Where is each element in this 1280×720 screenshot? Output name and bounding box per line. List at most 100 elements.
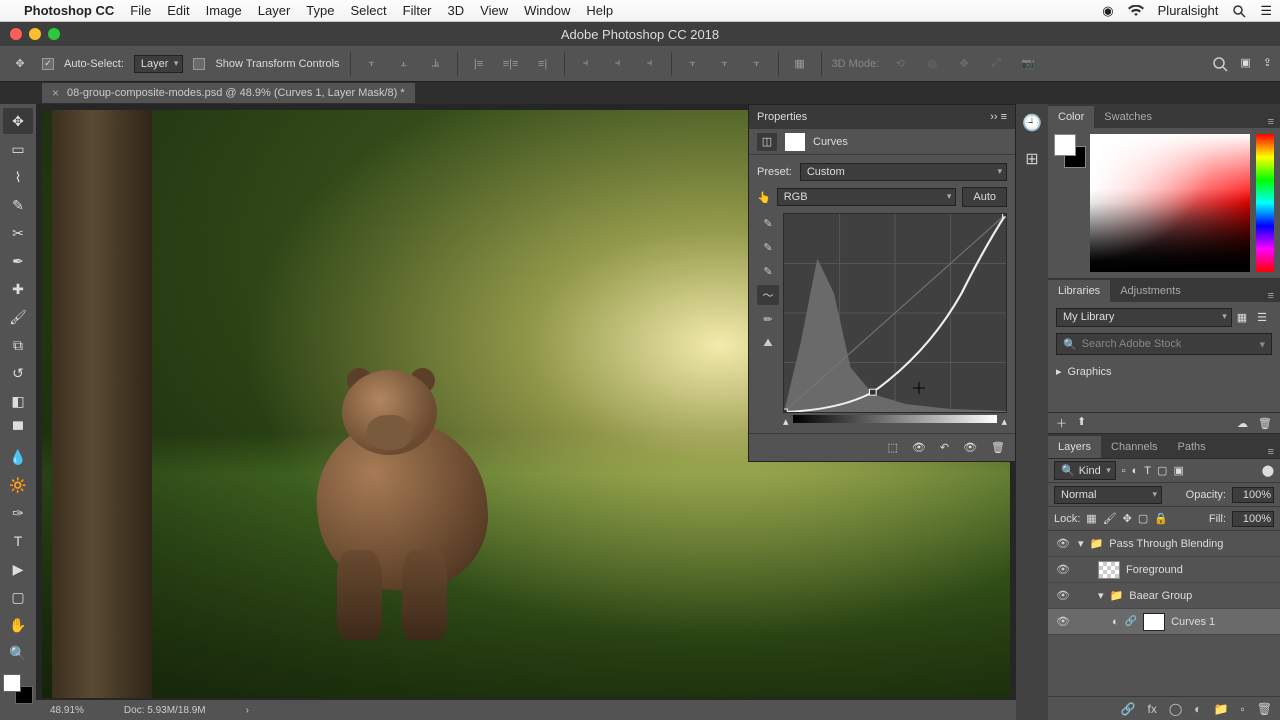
panel-menu-icon[interactable]: ≡ xyxy=(1262,116,1280,128)
paths-tab[interactable]: Paths xyxy=(1168,436,1216,458)
channels-tab[interactable]: Channels xyxy=(1101,436,1167,458)
lock-transparency-icon[interactable]: ▦ xyxy=(1086,512,1096,525)
gray-eyedropper[interactable]: ✎ xyxy=(757,237,779,257)
gradient-tool[interactable]: ▀ xyxy=(3,416,33,442)
blend-mode-dropdown[interactable]: Normal xyxy=(1054,486,1162,504)
layer-row[interactable]: 👁 ◐ 🔗 Curves 1 xyxy=(1048,609,1280,635)
trash-icon[interactable]: 🗑 xyxy=(1258,417,1272,430)
menu-3d[interactable]: 3D xyxy=(448,3,465,18)
black-slider[interactable]: ▴ xyxy=(783,415,789,423)
draw-curve-tool[interactable]: ✏ xyxy=(757,309,779,329)
panel-menu-icon[interactable]: ≡ xyxy=(1262,290,1280,302)
app-name[interactable]: Photoshop CC xyxy=(24,3,114,18)
auto-button[interactable]: Auto xyxy=(962,187,1007,207)
status-chevron-icon[interactable]: › xyxy=(246,705,249,716)
align-bottom[interactable]: ⫡ xyxy=(425,53,447,75)
mask-thumbnail[interactable] xyxy=(785,133,805,151)
artboard-tool-icon[interactable]: ▣ xyxy=(1240,56,1250,72)
color-spectrum[interactable] xyxy=(1090,134,1250,272)
account-name[interactable]: Pluralsight xyxy=(1158,3,1219,18)
quick-select-tool[interactable]: ✎ xyxy=(3,192,33,218)
layer-row[interactable]: 👁 Foreground xyxy=(1048,557,1280,583)
lock-pixels-icon[interactable]: 🖌 xyxy=(1103,512,1117,525)
hue-slider[interactable] xyxy=(1256,134,1274,272)
show-transform-checkbox[interactable] xyxy=(193,58,205,70)
menu-help[interactable]: Help xyxy=(586,3,613,18)
add-content-icon[interactable]: ＋ xyxy=(1056,415,1067,431)
auto-select-dropdown[interactable]: Layer xyxy=(134,55,184,73)
document-tab[interactable]: × 08-group-composite-modes.psd @ 48.9% (… xyxy=(42,83,415,103)
move-tool[interactable]: ✥ xyxy=(3,108,33,134)
menu-filter[interactable]: Filter xyxy=(403,3,432,18)
upload-icon[interactable]: ⬆ xyxy=(1077,415,1086,431)
share-icon[interactable]: ⇪ xyxy=(1263,56,1272,72)
delete-layer-icon[interactable]: 🗑 xyxy=(1257,702,1272,716)
chevron-down-icon[interactable]: ▾ xyxy=(1078,537,1084,550)
wifi-icon[interactable] xyxy=(1128,5,1144,17)
align-vcenter[interactable]: ⫠ xyxy=(393,53,415,75)
distribute-2[interactable]: ⫞ xyxy=(607,53,629,75)
lock-position-icon[interactable]: ✥ xyxy=(1123,512,1132,525)
zoom-tool[interactable]: 🔍 xyxy=(3,640,33,666)
filter-smart-icon[interactable]: ▣ xyxy=(1173,464,1183,477)
eraser-tool[interactable]: ◧ xyxy=(3,388,33,414)
history-panel-icon[interactable]: 🕘 xyxy=(1021,112,1043,134)
layer-style-icon[interactable]: fx xyxy=(1148,702,1157,716)
black-eyedropper[interactable]: ✎ xyxy=(757,213,779,233)
white-eyedropper[interactable]: ✎ xyxy=(757,261,779,281)
chevron-down-icon[interactable]: ▾ xyxy=(1098,589,1104,602)
visibility-toggle[interactable]: 👁 xyxy=(1054,615,1072,628)
menu-edit[interactable]: Edit xyxy=(167,3,189,18)
align-left[interactable]: |≡ xyxy=(468,53,490,75)
auto-select-checkbox[interactable]: ✓ xyxy=(42,58,54,70)
graphics-group[interactable]: ▸Graphics xyxy=(1056,361,1272,382)
menu-image[interactable]: Image xyxy=(206,3,242,18)
link-layers-icon[interactable]: 🔗 xyxy=(1121,702,1136,716)
delete-adjustment-icon[interactable]: 🗑 xyxy=(991,441,1005,454)
menu-select[interactable]: Select xyxy=(350,3,386,18)
panel-menu-icon[interactable]: ≡ xyxy=(1262,446,1280,458)
new-layer-icon[interactable]: ▫ xyxy=(1241,702,1245,716)
distribute-h1[interactable]: ⫟ xyxy=(682,53,704,75)
distribute-h2[interactable]: ⫟ xyxy=(714,53,736,75)
align-right[interactable]: ≡| xyxy=(532,53,554,75)
collapse-icon[interactable]: ›› ≡ xyxy=(990,111,1007,123)
eyedropper-tool[interactable]: ✒ xyxy=(3,248,33,274)
distribute-h3[interactable]: ⫟ xyxy=(746,53,768,75)
visibility-toggle[interactable]: 👁 xyxy=(1054,589,1072,602)
lasso-tool[interactable]: ⌇ xyxy=(3,164,33,190)
menu-view[interactable]: View xyxy=(480,3,508,18)
visibility-toggle[interactable]: 👁 xyxy=(1054,563,1072,576)
menu-icon[interactable]: ☰ xyxy=(1260,3,1272,19)
swatches-tab[interactable]: Swatches xyxy=(1094,106,1162,128)
distribute-3[interactable]: ⫞ xyxy=(639,53,661,75)
filter-type-icon[interactable]: T xyxy=(1144,465,1151,477)
preset-dropdown[interactable]: Custom xyxy=(800,163,1007,181)
marquee-tool[interactable]: ▭ xyxy=(3,136,33,162)
toggle-visibility-icon[interactable]: 👁 xyxy=(963,441,977,454)
blur-tool[interactable]: 💧 xyxy=(3,444,33,470)
filter-toggle[interactable]: ⬤ xyxy=(1262,464,1274,477)
libraries-tab[interactable]: Libraries xyxy=(1048,280,1110,302)
properties-panel-icon[interactable]: ⊞ xyxy=(1021,148,1043,170)
menu-type[interactable]: Type xyxy=(306,3,334,18)
library-dropdown[interactable]: My Library xyxy=(1056,308,1232,327)
fill-field[interactable]: 100% xyxy=(1232,511,1274,527)
list-view-icon[interactable]: ☰ xyxy=(1252,308,1272,327)
cc-icon[interactable]: ◉ xyxy=(1102,3,1113,19)
pen-tool[interactable]: ✑ xyxy=(3,500,33,526)
rectangle-tool[interactable]: ▢ xyxy=(3,584,33,610)
search-icon[interactable] xyxy=(1212,56,1228,72)
new-adjustment-icon[interactable]: ◐ xyxy=(1194,702,1201,716)
layers-tab[interactable]: Layers xyxy=(1048,436,1101,458)
new-group-icon[interactable]: 📁 xyxy=(1214,702,1229,716)
align-hcenter[interactable]: ≡|≡ xyxy=(500,53,522,75)
view-previous-icon[interactable]: 👁 xyxy=(912,441,926,454)
spotlight-icon[interactable] xyxy=(1232,4,1246,18)
hand-tool[interactable]: ✋ xyxy=(3,612,33,638)
stock-search[interactable]: 🔍Search Adobe Stock▾ xyxy=(1056,333,1272,355)
visibility-toggle[interactable]: 👁 xyxy=(1054,537,1072,550)
history-brush-tool[interactable]: ↺ xyxy=(3,360,33,386)
doc-size[interactable]: Doc: 5.93M/18.9M xyxy=(124,705,206,716)
clip-to-layer-icon[interactable]: ⬚ xyxy=(887,441,897,454)
